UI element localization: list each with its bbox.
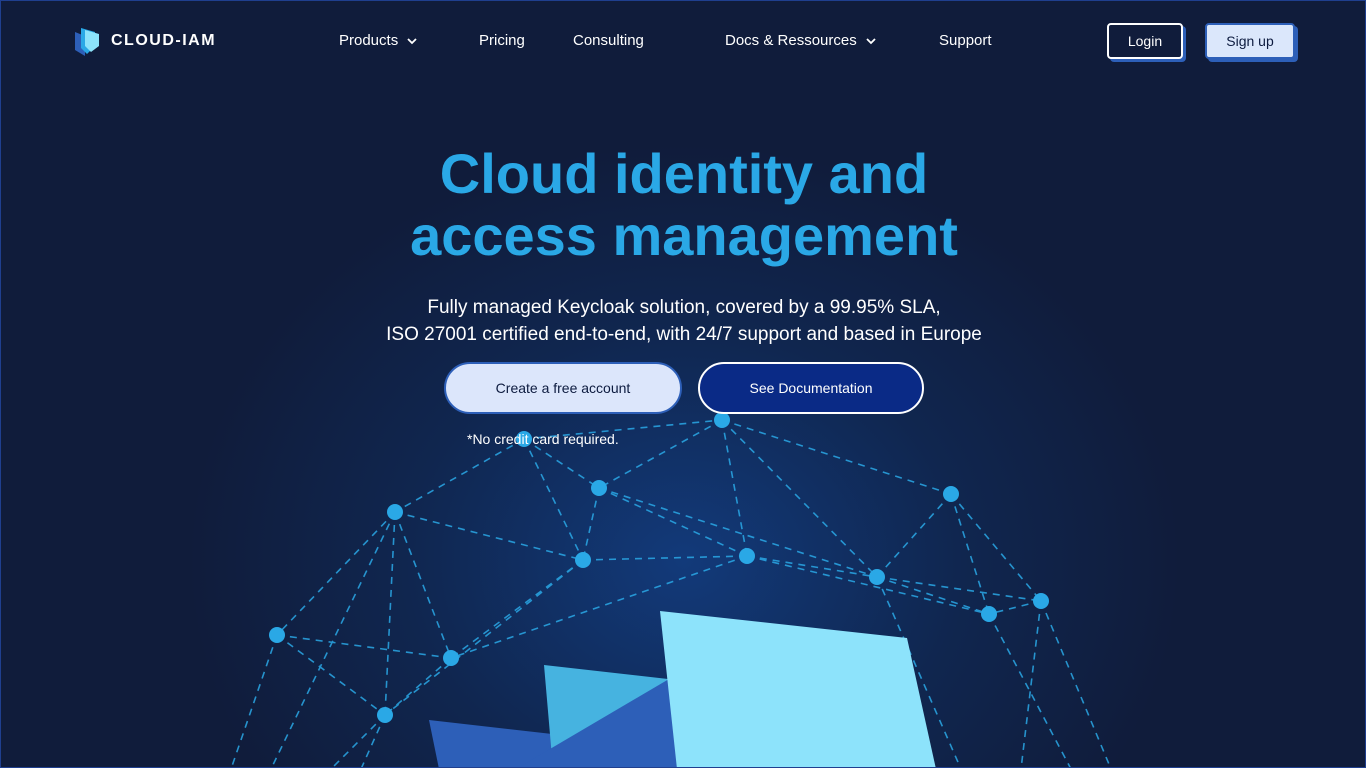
network-node	[739, 548, 755, 564]
network-link	[598, 487, 748, 557]
network-link	[450, 559, 584, 659]
network-link	[361, 714, 386, 767]
network-link	[950, 493, 990, 615]
brand-logo[interactable]: CLOUD-IAM	[73, 26, 216, 56]
nav-docs-resources[interactable]: Docs & Ressources	[725, 32, 877, 49]
network-link	[582, 555, 748, 561]
cloud-iam-logo-icon	[75, 28, 99, 56]
hero-title: Cloud identity and access management	[284, 143, 1084, 267]
network-link	[276, 511, 396, 636]
network-node	[443, 650, 459, 666]
page-background: CLOUD-IAM Products Pricing Consulting Do…	[0, 0, 1366, 768]
chevron-down-icon	[407, 37, 417, 44]
brand-name: CLOUD-IAM	[111, 32, 217, 49]
nav-products[interactable]: Products	[339, 32, 418, 49]
network-node	[377, 707, 393, 723]
network-illustration	[230, 412, 1112, 767]
chevron-down-icon	[866, 37, 876, 44]
hero-title-line-1: Cloud identity and	[439, 142, 929, 205]
network-node	[1033, 593, 1049, 609]
network-node	[869, 569, 885, 585]
nav-pricing[interactable]: Pricing	[479, 32, 525, 49]
network-link	[230, 634, 278, 767]
network-link	[384, 511, 396, 716]
network-link	[988, 613, 1071, 767]
network-link	[721, 419, 952, 495]
network-link	[331, 714, 386, 767]
nav-consulting[interactable]: Consulting	[573, 32, 644, 49]
network-link	[876, 576, 990, 615]
network-link	[271, 511, 396, 767]
network-link	[988, 600, 1042, 615]
signup-button[interactable]: Sign up	[1205, 23, 1295, 59]
network-link	[1040, 600, 1112, 767]
create-account-button[interactable]: Create a free account	[444, 362, 682, 414]
network-link	[746, 555, 878, 578]
network-link	[1020, 600, 1042, 767]
nav-support[interactable]: Support	[939, 32, 992, 49]
network-node	[943, 486, 959, 502]
network-node	[591, 480, 607, 496]
network-link	[746, 555, 990, 615]
hero-subtitle-line-2: ISO 27001 certified end-to-end, with 24/…	[386, 324, 982, 345]
nav-products-label: Products	[339, 32, 399, 49]
network-link	[876, 576, 1042, 602]
nav-docs-label: Docs & Ressources	[725, 32, 857, 49]
see-documentation-button[interactable]: See Documentation	[698, 362, 924, 414]
hero-subtitle-line-1: Fully managed Keycloak solution, covered…	[427, 297, 941, 318]
nav-pricing-label: Pricing	[479, 32, 525, 49]
nav-consulting-label: Consulting	[573, 32, 644, 49]
network-node	[387, 504, 403, 520]
no-credit-card-note: *No credit card required.	[467, 431, 619, 447]
network-node	[575, 552, 591, 568]
decorative-panel	[660, 611, 936, 767]
network-link	[950, 493, 1042, 602]
hero-title-line-2: access management	[410, 204, 958, 267]
network-link	[598, 487, 878, 578]
network-node	[269, 627, 285, 643]
network-link	[523, 438, 584, 561]
hero-subtitle: Fully managed Keycloak solution, covered…	[284, 294, 1084, 348]
network-node	[714, 412, 730, 428]
network-link	[582, 487, 600, 561]
network-link	[876, 493, 952, 578]
network-link	[394, 438, 525, 513]
network-node	[981, 606, 997, 622]
nav-support-label: Support	[939, 32, 992, 49]
network-link	[394, 511, 584, 561]
network-link	[394, 511, 452, 659]
login-button[interactable]: Login	[1107, 23, 1183, 59]
